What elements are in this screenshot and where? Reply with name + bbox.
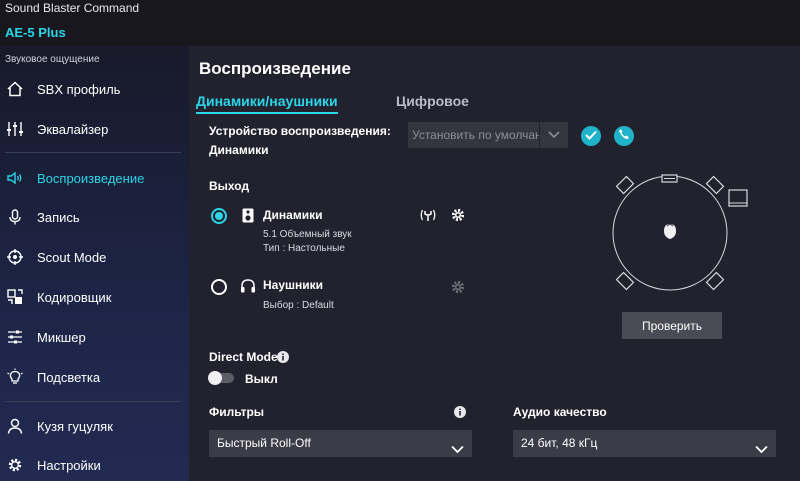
user-icon	[6, 417, 24, 435]
speakers-name: Динамики	[263, 208, 323, 222]
playback-device-label: Устройство воспроизведения:	[209, 124, 391, 138]
phone-icon	[618, 127, 630, 145]
home-icon	[6, 80, 24, 98]
equalizer-icon	[6, 120, 24, 138]
chevron-down-icon	[755, 437, 768, 464]
filters-value: Быстрый Roll-Off	[217, 436, 311, 450]
sidebar-item-label: Кузя гуцуляк	[37, 418, 113, 434]
main-panel: Воспроизведение Динамики/наушники Цифров…	[189, 46, 800, 481]
subwoofer-icon	[728, 189, 748, 207]
sidebar-item-label: SBX профиль	[37, 81, 121, 97]
sidebar-item-label: Запись	[37, 209, 80, 225]
direct-mode-state: Выкл	[245, 372, 278, 386]
device-name[interactable]: AE-5 Plus	[5, 25, 66, 40]
sidebar-item-equalizer[interactable]: Эквалайзер	[0, 112, 189, 146]
sidebar: Звуковое ощущение SBX профиль Эквалайзер…	[0, 46, 189, 481]
tab-speakers-headphones[interactable]: Динамики/наушники	[196, 93, 338, 114]
speakers-radio[interactable]	[211, 208, 227, 224]
sidebar-item-label: Микшер	[37, 329, 86, 345]
checkmark-icon	[585, 127, 597, 145]
audio-quality-value: 24 бит, 48 кГц	[521, 436, 598, 450]
headphones-settings-gear-icon[interactable]	[450, 279, 466, 295]
sidebar-item-recording[interactable]: Запись	[0, 200, 189, 234]
sidebar-item-label: Эквалайзер	[37, 121, 109, 137]
chevron-down-icon	[451, 437, 464, 464]
headphones-radio[interactable]	[211, 279, 227, 295]
filters-label: Фильтры	[209, 405, 265, 419]
direct-mode-label: Direct Mode	[209, 350, 278, 364]
sidebar-item-settings[interactable]: Настройки	[0, 448, 189, 481]
sidebar-item-user[interactable]: Кузя гуцуляк	[0, 409, 189, 443]
headphones-selection: Выбор : Default	[263, 300, 334, 311]
headphones-name: Наушники	[263, 278, 324, 292]
filters-info-icon[interactable]	[453, 405, 466, 418]
sidebar-divider	[5, 401, 181, 402]
sidebar-item-lighting[interactable]: Подсветка	[0, 360, 189, 394]
sidebar-item-label: Кодировщик	[37, 289, 112, 305]
playback-device-value: Динамики	[209, 143, 269, 157]
test-button[interactable]: Проверить	[622, 312, 722, 339]
sidebar-item-sbx-profile[interactable]: SBX профиль	[0, 72, 189, 106]
set-communication-default-button[interactable]	[614, 126, 634, 146]
default-device-select-arrow[interactable]	[540, 122, 568, 148]
speaker-layout-diagram	[603, 166, 753, 306]
sidebar-item-mixer[interactable]: Микшер	[0, 320, 189, 354]
listener-head-icon	[664, 223, 676, 239]
speaker-box-icon	[241, 207, 255, 223]
speakers-settings-gear-icon[interactable]	[450, 207, 466, 223]
front-center-speaker-icon	[661, 174, 678, 183]
default-device-select[interactable]: Установить по умолчан	[408, 122, 539, 148]
filters-dropdown[interactable]: Быстрый Roll-Off	[209, 430, 472, 457]
sidebar-item-playback[interactable]: Воспроизведение	[0, 161, 189, 195]
page-title: Воспроизведение	[199, 59, 351, 78]
gear-icon	[6, 456, 24, 474]
lightbulb-icon	[6, 368, 24, 386]
sidebar-item-label: Подсветка	[37, 369, 101, 385]
encoder-icon	[6, 288, 24, 306]
set-default-button[interactable]	[581, 126, 601, 146]
chevron-down-icon	[548, 126, 560, 144]
speakers-type: Тип : Настольные	[263, 243, 345, 254]
sidebar-item-label: Настройки	[37, 457, 101, 473]
output-heading: Выход	[209, 179, 250, 193]
sidebar-item-label: Воспроизведение	[37, 170, 145, 186]
tab-digital[interactable]: Цифровое	[396, 93, 469, 109]
audio-quality-dropdown[interactable]: 24 бит, 48 кГц	[513, 430, 776, 457]
direct-mode-info-icon[interactable]	[276, 350, 289, 363]
window-title: Sound Blaster Command	[0, 0, 800, 20]
audio-quality-label: Аудио качество	[513, 405, 607, 419]
headphones-icon	[240, 278, 256, 294]
crosshair-icon	[6, 248, 24, 266]
sidebar-item-scout-mode[interactable]: Scout Mode	[0, 240, 189, 274]
sidebar-item-encoder[interactable]: Кодировщик	[0, 280, 189, 314]
speaker-icon	[6, 169, 24, 187]
sidebar-divider	[5, 152, 181, 153]
direct-mode-toggle[interactable]	[208, 371, 234, 385]
device-bar: AE-5 Plus	[0, 20, 800, 46]
mixer-icon	[6, 328, 24, 346]
sidebar-item-label: Scout Mode	[37, 249, 107, 265]
spatial-audio-icon[interactable]	[419, 207, 437, 223]
speakers-mode: 5.1 Объемный звук	[263, 229, 352, 240]
microphone-icon	[6, 208, 24, 226]
sidebar-heading: Звуковое ощущение	[5, 54, 100, 65]
